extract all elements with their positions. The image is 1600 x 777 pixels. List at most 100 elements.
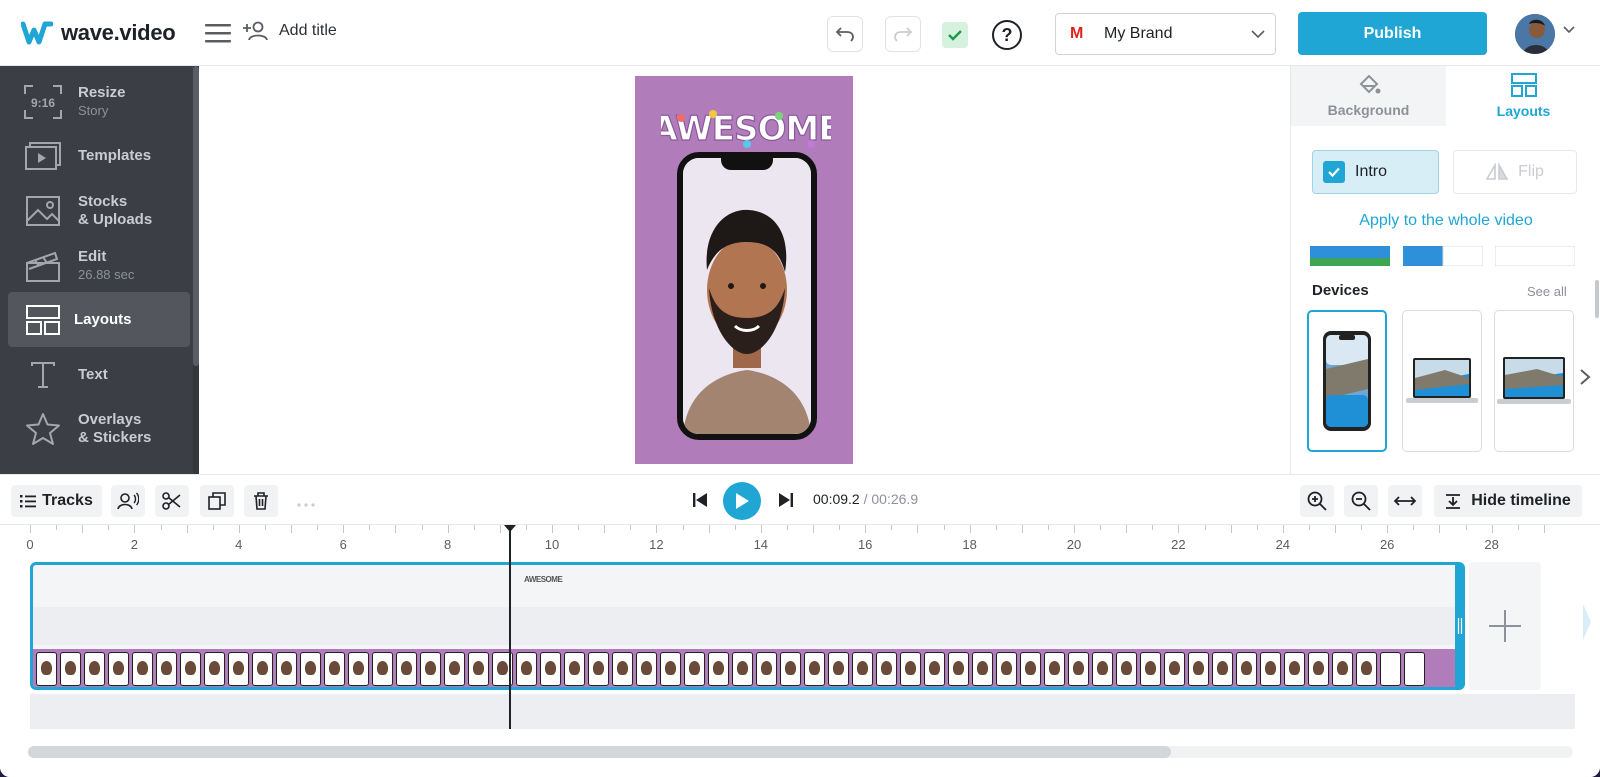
awesome-sticker[interactable]: AWESOME	[651, 104, 842, 159]
video-track[interactable]	[30, 562, 1463, 690]
delete-button[interactable]	[244, 485, 278, 517]
sidebar-item-edit[interactable]: Edit 26.88 sec	[8, 238, 190, 293]
clapper-icon	[8, 249, 78, 283]
person-video-frame	[683, 158, 811, 434]
apply-to-whole-video-link[interactable]: Apply to the whole video	[1291, 212, 1600, 230]
brand-name: My Brand	[1104, 25, 1173, 42]
video-clip[interactable]	[33, 649, 1460, 687]
sidebar-item-templates[interactable]: Templates	[8, 128, 190, 183]
ruler-tick	[1491, 525, 1493, 533]
skip-back-icon[interactable]	[693, 493, 707, 507]
ruler-label: 14	[753, 537, 769, 552]
ruler-label: 4	[235, 537, 243, 552]
sidebar-item-label: Overlays	[78, 410, 142, 428]
clip-frame-thumbnail	[948, 652, 969, 686]
sidebar-item-resize[interactable]: 9:16 Resize Story	[8, 74, 190, 129]
ruler-tick	[943, 525, 945, 530]
ruler-tick	[682, 525, 684, 530]
timeline[interactable]: 0 2 4 6 8 10 12 14 16 18 20 22 24 26 28 AWESOME	[0, 525, 1600, 777]
add-clip-button[interactable]	[1469, 562, 1541, 690]
add-person-icon	[243, 21, 268, 41]
play-button[interactable]	[723, 482, 761, 520]
sidebar-item-overlays-stickers[interactable]: Overlays & Stickers	[8, 401, 190, 456]
redo-button[interactable]	[885, 16, 921, 52]
panel-scrollbar[interactable]	[1595, 280, 1599, 318]
device-phone-card[interactable]	[1307, 310, 1387, 452]
scissors-icon	[162, 492, 181, 510]
device-laptop-alt-card[interactable]	[1494, 310, 1574, 452]
see-all-link[interactable]: See all	[1527, 284, 1567, 299]
clip-frame-thumbnail	[924, 652, 945, 686]
clip-frame-thumbnail	[612, 652, 633, 686]
ruler-tick	[708, 525, 710, 533]
empty-track-row[interactable]	[30, 694, 1575, 729]
playhead[interactable]	[509, 525, 512, 729]
layout-thumbnail[interactable]	[1495, 246, 1575, 266]
ruler-tick	[839, 525, 841, 530]
account-chevron-icon[interactable]	[1563, 26, 1575, 34]
publish-button[interactable]: Publish	[1298, 12, 1487, 55]
clip-frame-thumbnail	[852, 652, 873, 686]
playhead-handle[interactable]	[504, 525, 517, 532]
ruler-tick	[447, 525, 449, 533]
voiceover-button[interactable]	[111, 485, 145, 517]
sticker-clip[interactable]: AWESOME	[524, 575, 563, 584]
sidebar-item-stocks-uploads[interactable]: Stocks & Uploads	[8, 183, 190, 238]
ruler-label: 16	[857, 537, 873, 552]
sidebar-item-layouts[interactable]: Layouts	[8, 292, 190, 347]
hide-timeline-button[interactable]: Hide timeline	[1434, 485, 1582, 517]
tab-background[interactable]: Background	[1291, 66, 1446, 126]
add-title-label: Add title	[279, 22, 337, 39]
sidebar-item-text[interactable]: Text	[8, 347, 190, 402]
zoom-out-icon	[1351, 491, 1371, 511]
saved-status-button[interactable]	[942, 22, 968, 48]
time-separator: /	[859, 491, 872, 507]
scroll-right-icon[interactable]	[1582, 602, 1592, 642]
user-avatar[interactable]	[1515, 14, 1555, 54]
device-laptop-card[interactable]	[1402, 310, 1482, 452]
clip-frame-thumbnail	[156, 652, 177, 686]
clip-trim-handle[interactable]	[1455, 562, 1465, 690]
clip-frame-thumbnail	[828, 652, 849, 686]
overlay-track-row[interactable]	[33, 607, 1460, 645]
skip-forward-icon[interactable]	[779, 493, 793, 507]
tracks-button[interactable]: Tracks	[11, 485, 102, 517]
duplicate-button[interactable]	[200, 485, 234, 517]
tab-background-label: Background	[1327, 102, 1410, 118]
logo[interactable]: wave.video	[21, 20, 176, 46]
add-title-button[interactable]: Add title	[243, 20, 337, 42]
undo-button[interactable]	[827, 16, 863, 52]
checkbox-checked-icon	[1323, 161, 1345, 183]
more-options-icon[interactable]	[296, 495, 316, 513]
sidebar-item-label-line2: & Stickers	[78, 428, 152, 446]
intro-label: Intro	[1355, 163, 1388, 180]
zoom-out-button[interactable]	[1344, 485, 1378, 517]
ruler-tick	[30, 525, 31, 533]
tab-layouts[interactable]: Layouts	[1446, 66, 1600, 126]
timeline-scrollbar-thumb[interactable]	[28, 746, 1171, 758]
ruler-tick	[1256, 525, 1258, 530]
layout-thumbnail[interactable]	[1310, 246, 1390, 266]
clip-frame-thumbnail	[396, 652, 417, 686]
hamburger-menu-icon[interactable]	[205, 22, 231, 44]
ruler-tick	[1021, 525, 1023, 533]
clip-frame-thumbnail	[900, 652, 921, 686]
split-button[interactable]	[155, 485, 189, 517]
ruler-label: 22	[1171, 537, 1186, 552]
ruler-tick	[1465, 525, 1467, 530]
flip-button[interactable]: Flip	[1453, 150, 1577, 194]
video-preview[interactable]: AWESOME	[635, 76, 853, 464]
zoom-in-button[interactable]	[1300, 485, 1334, 517]
paint-bucket-icon	[1359, 74, 1380, 94]
intro-toggle[interactable]: Intro	[1312, 150, 1439, 194]
ruler-tick	[891, 525, 893, 530]
time-ruler[interactable]: 0 2 4 6 8 10 12 14 16 18 20 22 24 26 28	[26, 525, 1575, 553]
layout-thumbnail[interactable]	[1403, 246, 1483, 266]
chevron-right-icon[interactable]	[1579, 368, 1591, 386]
ruler-tick	[865, 525, 867, 533]
help-button[interactable]: ?	[992, 20, 1022, 50]
brand-select[interactable]: M My Brand	[1055, 13, 1276, 55]
fit-timeline-button[interactable]	[1388, 485, 1422, 517]
ruler-tick	[421, 525, 423, 530]
image-icon	[8, 195, 78, 227]
